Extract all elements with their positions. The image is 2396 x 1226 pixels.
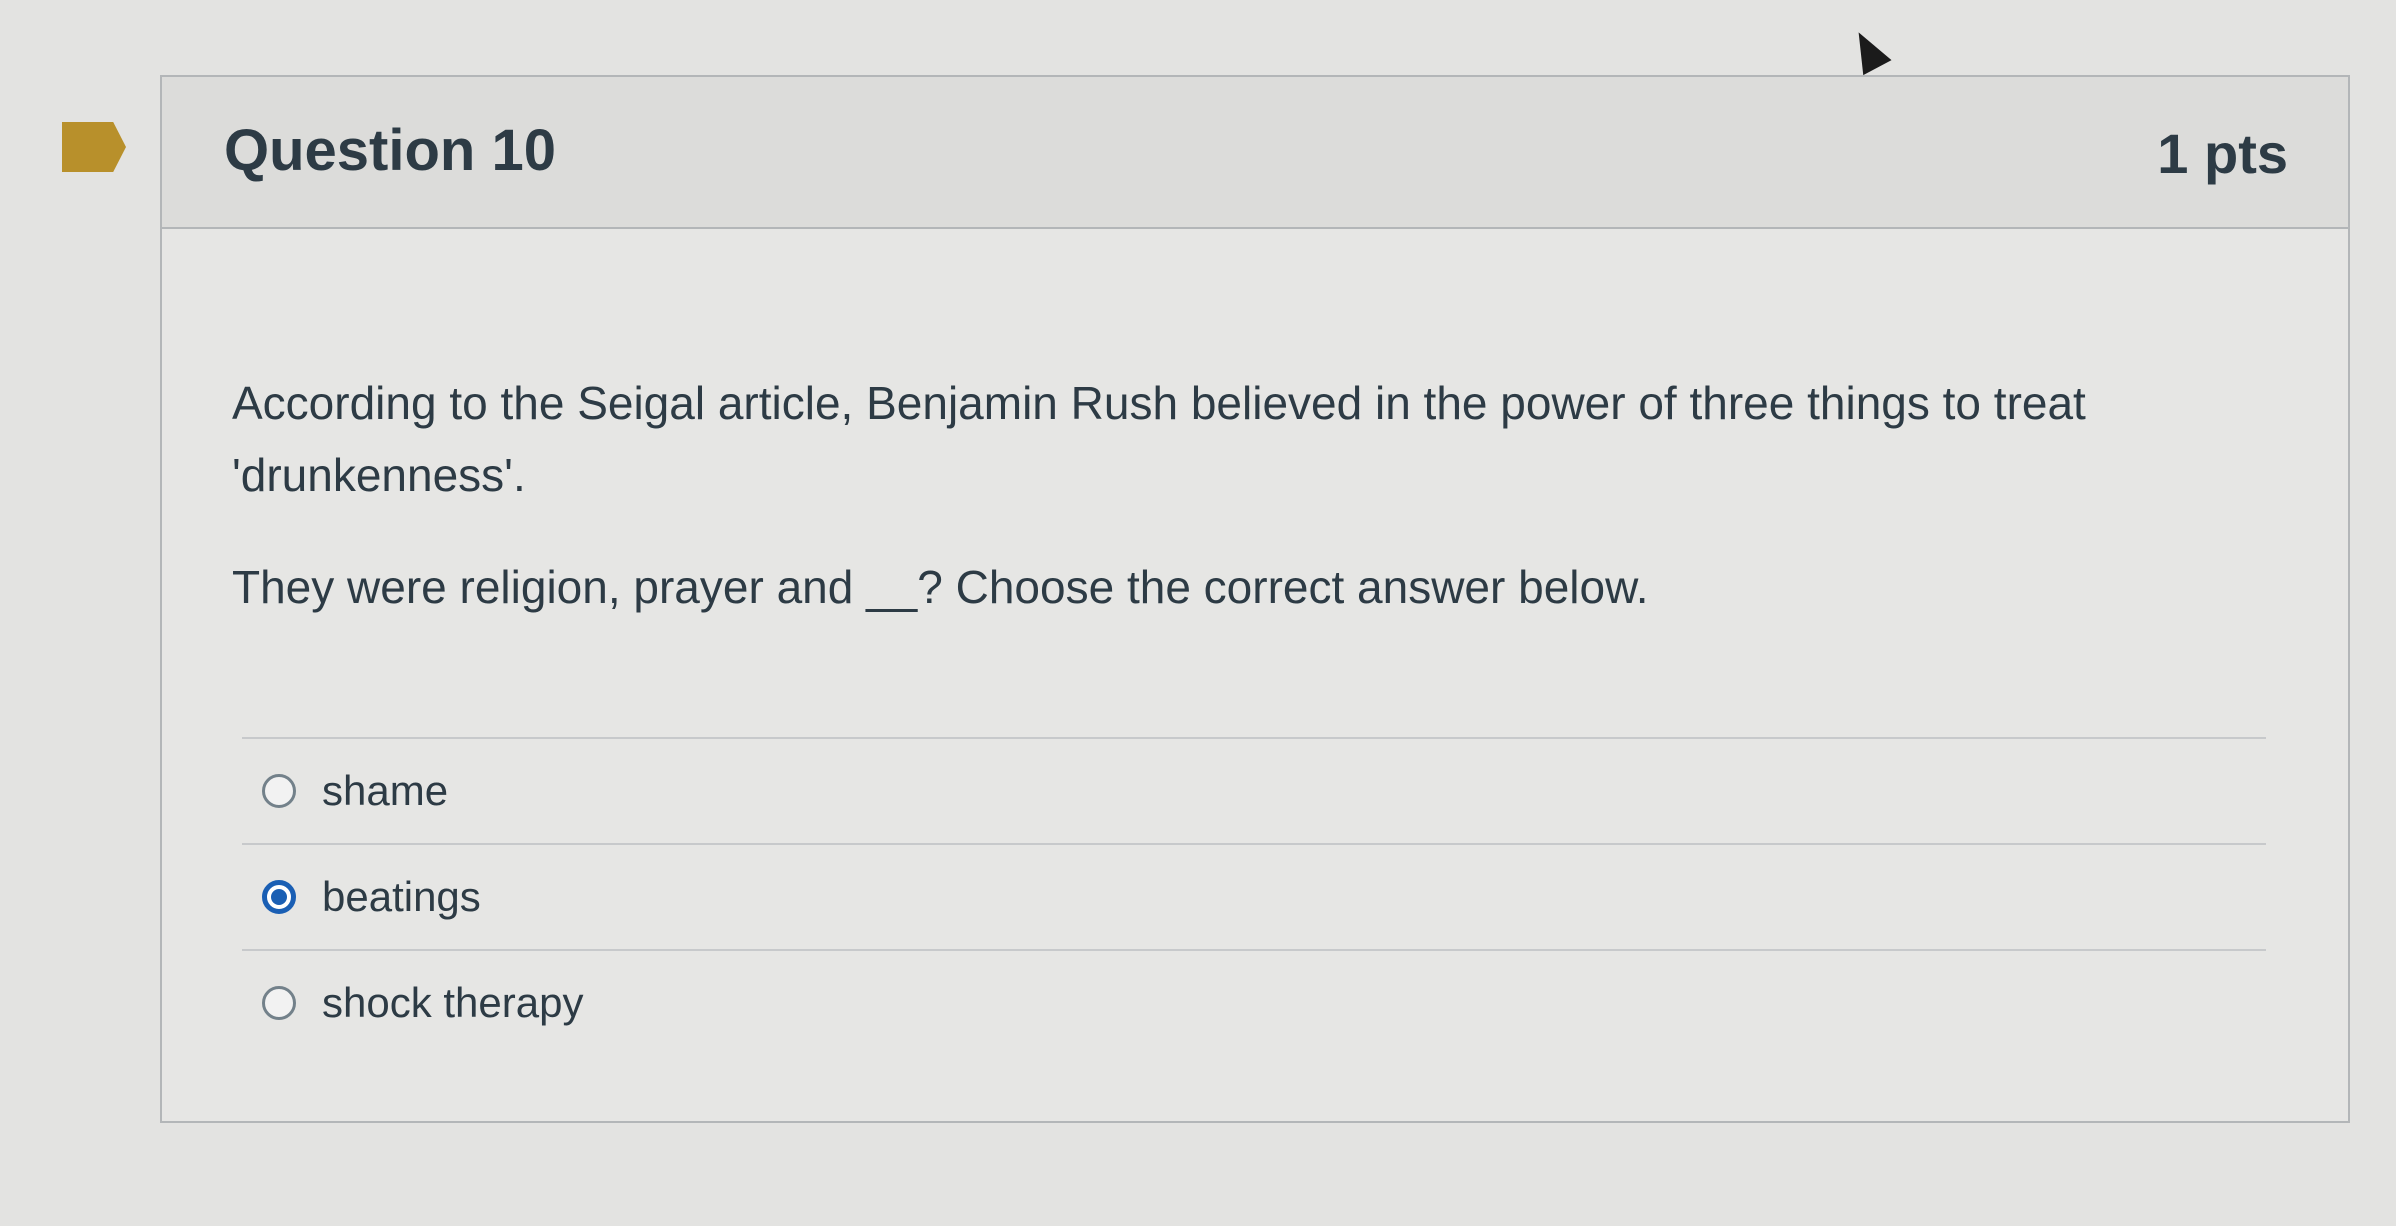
answer-option-shock-therapy[interactable]: shock therapy [242,949,2266,1055]
question-title: Question 10 [224,118,556,183]
question-paragraph: They were religion, prayer and __? Choos… [232,561,1649,613]
radio-button[interactable] [262,774,296,808]
radio-button[interactable] [262,986,296,1020]
question-points: 1 pts [2157,122,2288,185]
mouse-cursor-icon [1844,24,1892,76]
answer-option-shame[interactable]: shame [242,737,2266,843]
answer-option-beatings[interactable]: beatings [242,843,2266,949]
answer-list: shame beatings shock therapy [242,737,2266,1055]
question-paragraph: According to the Seigal article, Benjami… [232,377,2086,501]
question-card: Question 10 1 pts According to the Seiga… [160,75,2350,1123]
radio-button-selected[interactable] [262,880,296,914]
question-header: Question 10 1 pts [162,77,2348,229]
answer-label[interactable]: shame [322,767,448,815]
answer-label[interactable]: shock therapy [322,979,583,1027]
answer-label[interactable]: beatings [322,873,481,921]
question-text: According to the Seigal article, Benjami… [232,367,2252,663]
flag-question-icon[interactable] [62,122,126,172]
